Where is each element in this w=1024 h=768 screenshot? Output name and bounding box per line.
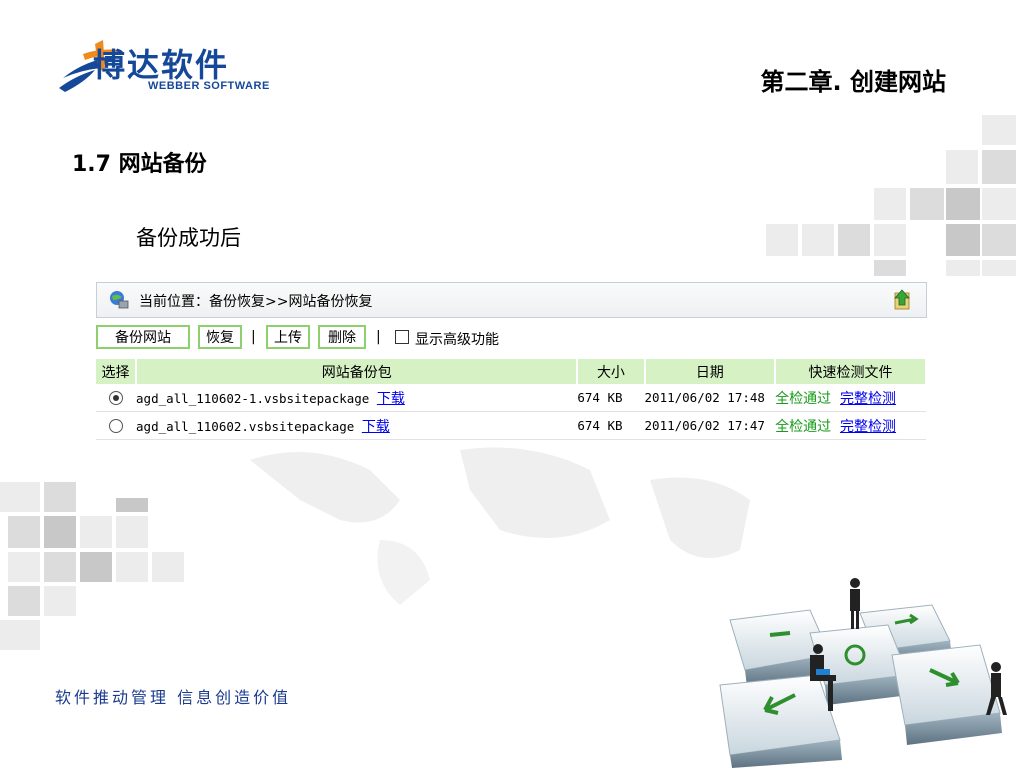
table-row: agd_all_110602-1.vsbsitepackage 下载 674 K… <box>96 384 926 412</box>
quick-check-status[interactable]: 全检通过 <box>775 419 831 435</box>
column-header-select: 选择 <box>96 359 138 384</box>
show-advanced-checkbox[interactable] <box>395 330 409 344</box>
subtitle-text: 备份成功后 <box>136 226 241 250</box>
backup-table: 选择 网站备份包 大小 日期 快速检测文件 agd_all_110602-1.v… <box>96 359 927 440</box>
full-check-link[interactable]: 完整检测 <box>840 391 896 407</box>
toolbar-separator: | <box>376 329 381 345</box>
show-advanced-label[interactable]: 显示高级功能 <box>415 329 499 349</box>
table-row: agd_all_110602.vsbsitepackage 下载 674 KB … <box>96 411 926 440</box>
column-header-quick-check: 快速检测文件 <box>775 359 927 384</box>
upload-button[interactable]: 上传 <box>266 325 310 349</box>
toolbar-separator: | <box>251 329 256 345</box>
package-date: 2011/06/02 17:47 <box>644 411 776 440</box>
quick-check-status[interactable]: 全检通过 <box>775 391 831 407</box>
backup-restore-panel: 当前位置：备份恢复>>网站备份恢复 备份网站 恢复 | 上传 删除 | 显示高级… <box>96 282 927 446</box>
download-link[interactable]: 下载 <box>362 419 390 435</box>
backup-site-button[interactable]: 备份网站 <box>96 325 190 349</box>
row-select-radio[interactable] <box>109 418 124 433</box>
package-size: 674 KB <box>577 411 645 440</box>
logo-english-text: WEBBER SOFTWARE <box>148 80 270 92</box>
row-select-radio[interactable] <box>109 390 124 405</box>
package-size: 674 KB <box>577 384 645 412</box>
toolbar: 备份网站 恢复 | 上传 删除 | 显示高级功能 <box>96 325 927 353</box>
breadcrumb-bar: 当前位置：备份恢复>>网站备份恢复 <box>96 282 927 318</box>
package-filename: agd_all_110602-1.vsbsitepackage <box>136 390 370 406</box>
delete-button[interactable]: 删除 <box>318 325 366 349</box>
column-header-package: 网站备份包 <box>136 359 579 384</box>
column-header-size: 大小 <box>577 359 646 384</box>
section-title: 1.7 网站备份 <box>72 152 207 177</box>
keyboard-keys-illustration <box>719 578 1007 768</box>
restore-button[interactable]: 恢复 <box>198 325 242 349</box>
download-link[interactable]: 下载 <box>377 391 405 407</box>
package-date: 2011/06/02 17:48 <box>644 384 776 412</box>
package-filename: agd_all_110602.vsbsitepackage <box>136 418 355 434</box>
breadcrumb: 当前位置：备份恢复>>网站备份恢复 <box>139 294 373 310</box>
full-check-link[interactable]: 完整检测 <box>840 419 896 435</box>
chapter-title: 第二章. 创建网站 <box>760 68 946 96</box>
column-header-date: 日期 <box>644 359 777 384</box>
footer-slogan: 软件推动管理 信息创造价值 <box>55 688 292 707</box>
back-arrow-icon[interactable] <box>892 289 912 311</box>
table-header-row: 选择 网站备份包 大小 日期 快速检测文件 <box>96 359 927 384</box>
globe-computer-icon <box>110 291 129 309</box>
